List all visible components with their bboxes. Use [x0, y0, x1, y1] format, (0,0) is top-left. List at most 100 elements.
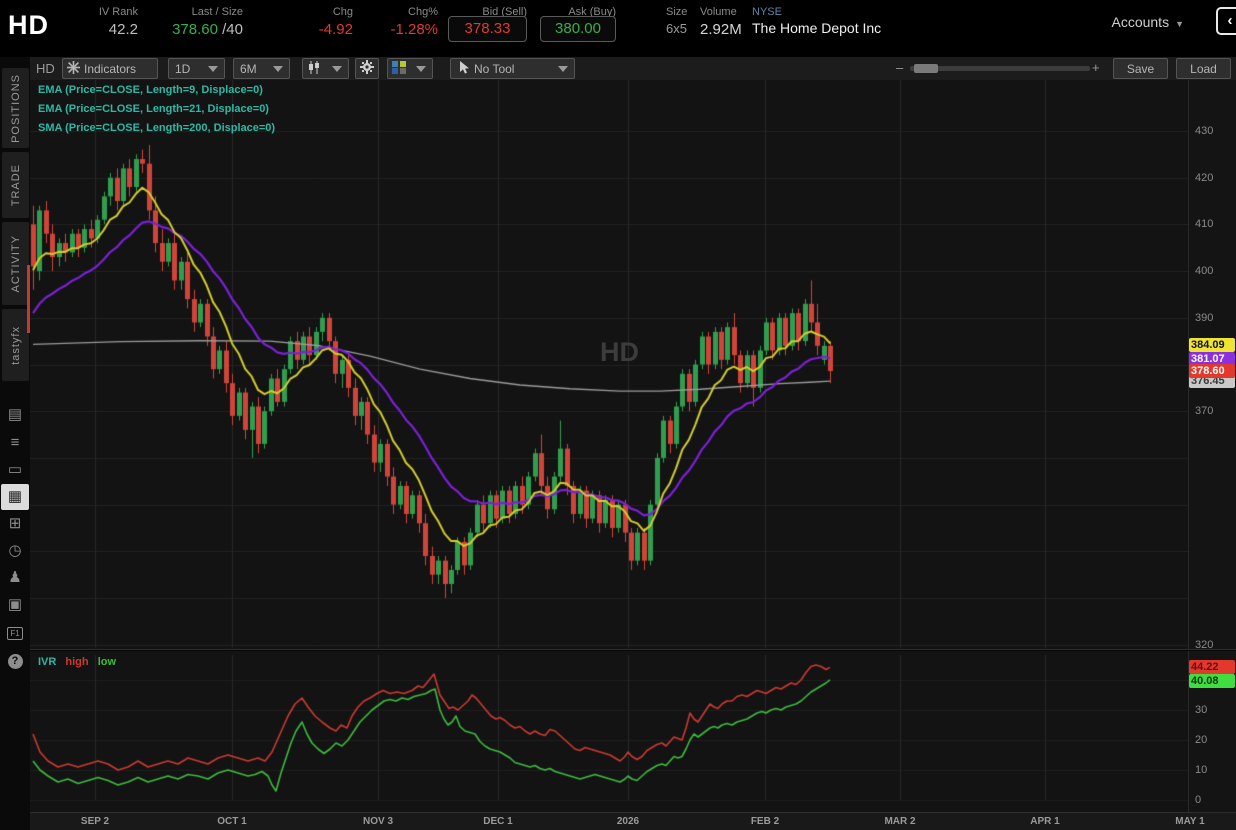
- stat-label: Chg%: [390, 6, 438, 18]
- collapse-panel-button[interactable]: ‹: [1216, 7, 1236, 35]
- company-name: The Home Depot Inc: [752, 20, 881, 36]
- watchlist-icon-glyph: ≡: [11, 434, 20, 451]
- chevron-down-icon: [273, 66, 283, 72]
- chevron-left-icon: ‹: [1228, 12, 1233, 29]
- volume-label: Volume: [700, 6, 742, 18]
- zoom-out-button[interactable]: –: [896, 60, 903, 75]
- accounts-label: Accounts: [1111, 14, 1169, 30]
- chevron-down-icon: [416, 66, 426, 72]
- watchlist-icon[interactable]: ≡: [0, 430, 30, 456]
- price-axis[interactable]: 430420410400390380370360350340330320 384…: [1188, 80, 1236, 812]
- cursor-icon: [459, 61, 470, 77]
- range-value: 6M: [240, 62, 257, 76]
- sidebar-tab-trade[interactable]: TRADE: [2, 152, 29, 218]
- sidebar-tab-tastyfx[interactable]: tastyfx: [2, 309, 29, 381]
- layout-grid-icon: [392, 61, 406, 77]
- sidebar-tab-activity[interactable]: ACTIVITY: [2, 222, 29, 305]
- ema21-legend: EMA (Price=CLOSE, Length=21, Displace=0): [38, 103, 275, 115]
- price-tick-430: 430: [1195, 125, 1213, 137]
- calendar-icon[interactable]: ▣: [0, 592, 30, 618]
- size-value: 6x5: [666, 21, 687, 36]
- timeframe-dropdown[interactable]: 1D: [168, 58, 225, 79]
- ema9-tag: 384.09: [1189, 338, 1235, 352]
- ivr-tick-0: 0: [1195, 794, 1201, 806]
- ivr-high-tag: 44.22: [1189, 660, 1235, 674]
- left-sidebar: POSITIONS TRADE ACTIVITY tastyfx ▤ ≡ ▭▦ ⊞ ◷♟ ▣ F1…: [0, 57, 30, 830]
- apps-grid-icon[interactable]: ⊞: [0, 511, 30, 537]
- ivr-tick-20: 20: [1195, 734, 1207, 746]
- chart-note-icon-glyph: ▤: [8, 406, 22, 423]
- time-tick-oct-1: OCT 1: [217, 816, 246, 827]
- stat-chg: Chg-4.92: [319, 6, 353, 38]
- ivr-high-label: high: [65, 656, 88, 668]
- chart-toolbar: HD Indicators 1D 6M: [30, 57, 1236, 80]
- stat-label: Chg: [319, 6, 353, 18]
- chart-grid-icon[interactable]: ▦: [1, 484, 29, 510]
- zoom-slider-handle[interactable]: [914, 64, 938, 73]
- time-tick-dec-1: DEC 1: [483, 816, 512, 827]
- time-tick-feb-2: FEB 2: [751, 816, 779, 827]
- sidebar-tab-label: tastyfx: [10, 326, 22, 365]
- trading-app: HD IV Rank42.2Last / Size378.60 /40Chg-4…: [0, 0, 1236, 830]
- price-tick-400: 400: [1195, 265, 1213, 277]
- help-icon[interactable]: ?: [0, 647, 30, 673]
- zoom-slider[interactable]: [910, 66, 1090, 71]
- stat-value: -1.28%: [390, 21, 438, 38]
- sidebar-tab-positions[interactable]: POSITIONS: [2, 68, 29, 148]
- history-icon[interactable]: ◷: [0, 538, 30, 564]
- volume-value: 2.92M: [700, 21, 742, 38]
- ivr-low-label: low: [98, 656, 116, 668]
- chart-note-icon[interactable]: ▤: [0, 402, 30, 428]
- indicators-icon: [67, 61, 80, 77]
- price-tick-370: 370: [1195, 405, 1213, 417]
- drawing-tool-dropdown[interactable]: No Tool: [450, 58, 575, 79]
- indicators-label: Indicators: [84, 62, 136, 76]
- zoom-in-button[interactable]: +: [1092, 60, 1100, 75]
- bid-button[interactable]: 378.33: [448, 16, 527, 42]
- ivr-tick-30: 30: [1195, 704, 1207, 716]
- sidebar-tab-label: POSITIONS: [10, 74, 22, 143]
- indicators-button[interactable]: Indicators: [62, 58, 158, 79]
- sidebar-tab-label: TRADE: [10, 164, 22, 206]
- chart-settings-button[interactable]: [355, 58, 379, 79]
- load-button[interactable]: Load: [1176, 58, 1231, 79]
- ivr-title: IVR: [38, 656, 56, 668]
- stat-label: Last / Size: [172, 6, 243, 18]
- ask-button[interactable]: 380.00: [540, 16, 616, 42]
- size-stat: Size 6x5: [666, 6, 687, 36]
- follow-traders-icon[interactable]: ♟: [0, 565, 30, 591]
- save-label: Save: [1127, 62, 1154, 76]
- symbol-title: HD: [8, 10, 49, 41]
- accounts-menu[interactable]: Accounts▼: [1111, 14, 1184, 30]
- time-tick-sep-2: SEP 2: [81, 816, 109, 827]
- calendar-icon-glyph: ▣: [8, 596, 22, 613]
- size-label: Size: [666, 6, 687, 18]
- apps-grid-icon-glyph: ⊞: [9, 515, 22, 532]
- save-button[interactable]: Save: [1113, 58, 1168, 79]
- indicator-legend: EMA (Price=CLOSE, Length=9, Displace=0) …: [38, 84, 275, 141]
- symbol-watermark: HD: [600, 337, 639, 368]
- load-label: Load: [1190, 62, 1217, 76]
- time-tick-may-1: MAY 1: [1175, 816, 1204, 827]
- layout-grid-dropdown[interactable]: [387, 58, 433, 79]
- monitor-icon[interactable]: ▭: [0, 457, 30, 483]
- range-dropdown[interactable]: 6M: [233, 58, 290, 79]
- ivr-legend: IVR high low: [38, 656, 116, 668]
- sma200-legend: SMA (Price=CLOSE, Length=200, Displace=0…: [38, 122, 275, 134]
- price-chart-canvas[interactable]: [30, 80, 1188, 812]
- price-tick-410: 410: [1195, 218, 1213, 230]
- chevron-down-icon: [558, 66, 568, 72]
- stat-value: 378.60 /40: [172, 21, 243, 38]
- pane-separator[interactable]: [0, 649, 1236, 651]
- f1-box-icon[interactable]: F1: [0, 619, 30, 645]
- ivr-low-tag: 40.08: [1189, 674, 1235, 688]
- time-axis[interactable]: SEP 2OCT 1NOV 3DEC 12026FEB 2MAR 2APR 1M…: [0, 812, 1236, 830]
- chevron-down-icon: [208, 66, 218, 72]
- help-icon-glyph: ?: [8, 654, 23, 669]
- stat-label: IV Rank: [99, 6, 138, 18]
- chart-type-dropdown[interactable]: [302, 58, 349, 79]
- ema9-legend: EMA (Price=CLOSE, Length=9, Displace=0): [38, 84, 275, 96]
- price-tick-420: 420: [1195, 172, 1213, 184]
- quote-header: HD IV Rank42.2Last / Size378.60 /40Chg-4…: [0, 0, 1236, 57]
- time-tick-2026: 2026: [617, 816, 639, 827]
